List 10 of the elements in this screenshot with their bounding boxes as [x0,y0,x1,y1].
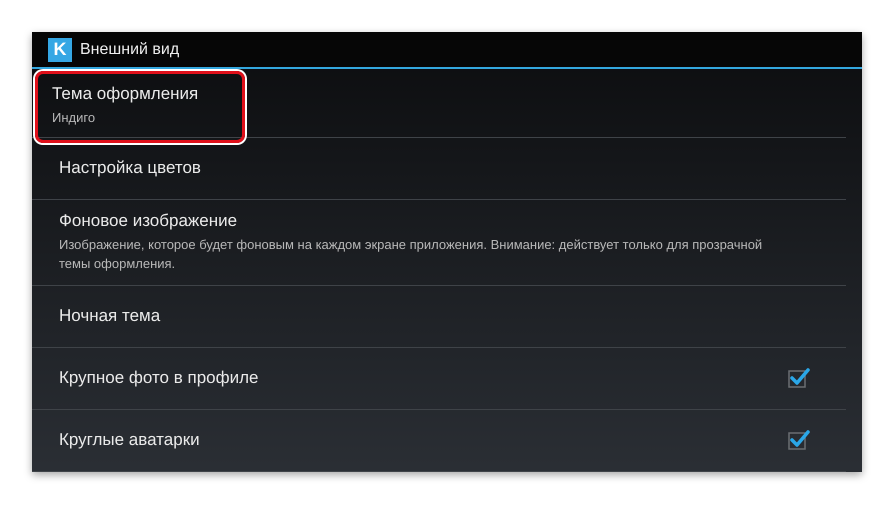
checkbox[interactable] [788,367,810,390]
setting-item[interactable]: Тема оформления Индиго [35,71,245,143]
setting-item[interactable]: Круглые аватарки [40,419,788,462]
app-logo: K [48,38,72,62]
screen-title: Внешний вид [80,40,180,58]
setting-item[interactable]: Фоновое изображение Изображение, которое будет фоновым на каждом экране приложения. Внимание: действует только для прозрачной темы оформления. [40,200,810,285]
setting-item[interactable]: Крупное фото в профиле [40,357,788,400]
setting-item[interactable]: Настройка цветов [40,147,810,190]
setting-item[interactable]: Ночная тема [40,295,810,338]
checkbox[interactable] [788,429,810,452]
